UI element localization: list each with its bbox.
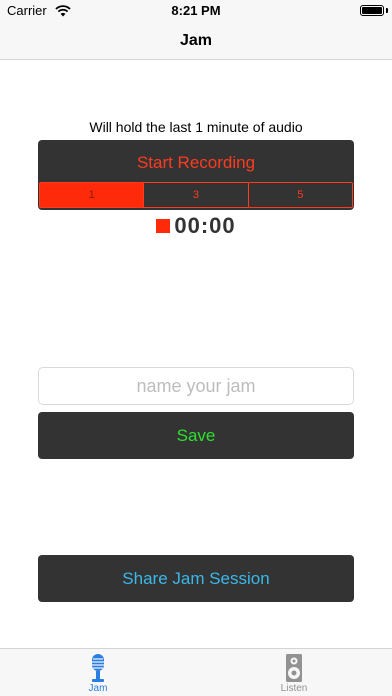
tab-listen[interactable]: Listen: [196, 649, 392, 696]
tab-jam[interactable]: Jam: [0, 649, 196, 696]
status-time: 8:21 PM: [171, 3, 221, 18]
segment-3[interactable]: 3: [144, 183, 249, 207]
page-title: Jam: [179, 32, 213, 49]
share-jam-session-button[interactable]: Share Jam Session: [38, 555, 354, 602]
elapsed-timer: 00:00: [174, 213, 236, 238]
status-bar: Carrier 8:21 PM: [0, 0, 392, 22]
hold-duration-text: Will hold the last 1 minute of audio: [89, 119, 303, 135]
battery-icon: [360, 5, 384, 16]
timer-row: 00:00: [0, 213, 392, 239]
jam-name-input[interactable]: [38, 367, 354, 405]
recording-indicator-icon: [156, 219, 171, 233]
segment-5[interactable]: 5: [249, 183, 352, 207]
tab-jam-label: Jam: [88, 683, 108, 694]
battery-nub: [386, 8, 388, 13]
record-panel: Start Recording 1 3 5: [38, 140, 354, 210]
save-button[interactable]: Save: [38, 412, 354, 459]
tab-listen-label: Listen: [280, 683, 308, 694]
duration-segmented-control: 1 3 5: [39, 182, 353, 208]
start-recording-button[interactable]: Start Recording: [38, 140, 354, 182]
tab-bar: Jam Listen: [0, 648, 392, 696]
segment-1[interactable]: 1: [40, 183, 145, 207]
navigation-bar: Jam: [0, 22, 392, 60]
